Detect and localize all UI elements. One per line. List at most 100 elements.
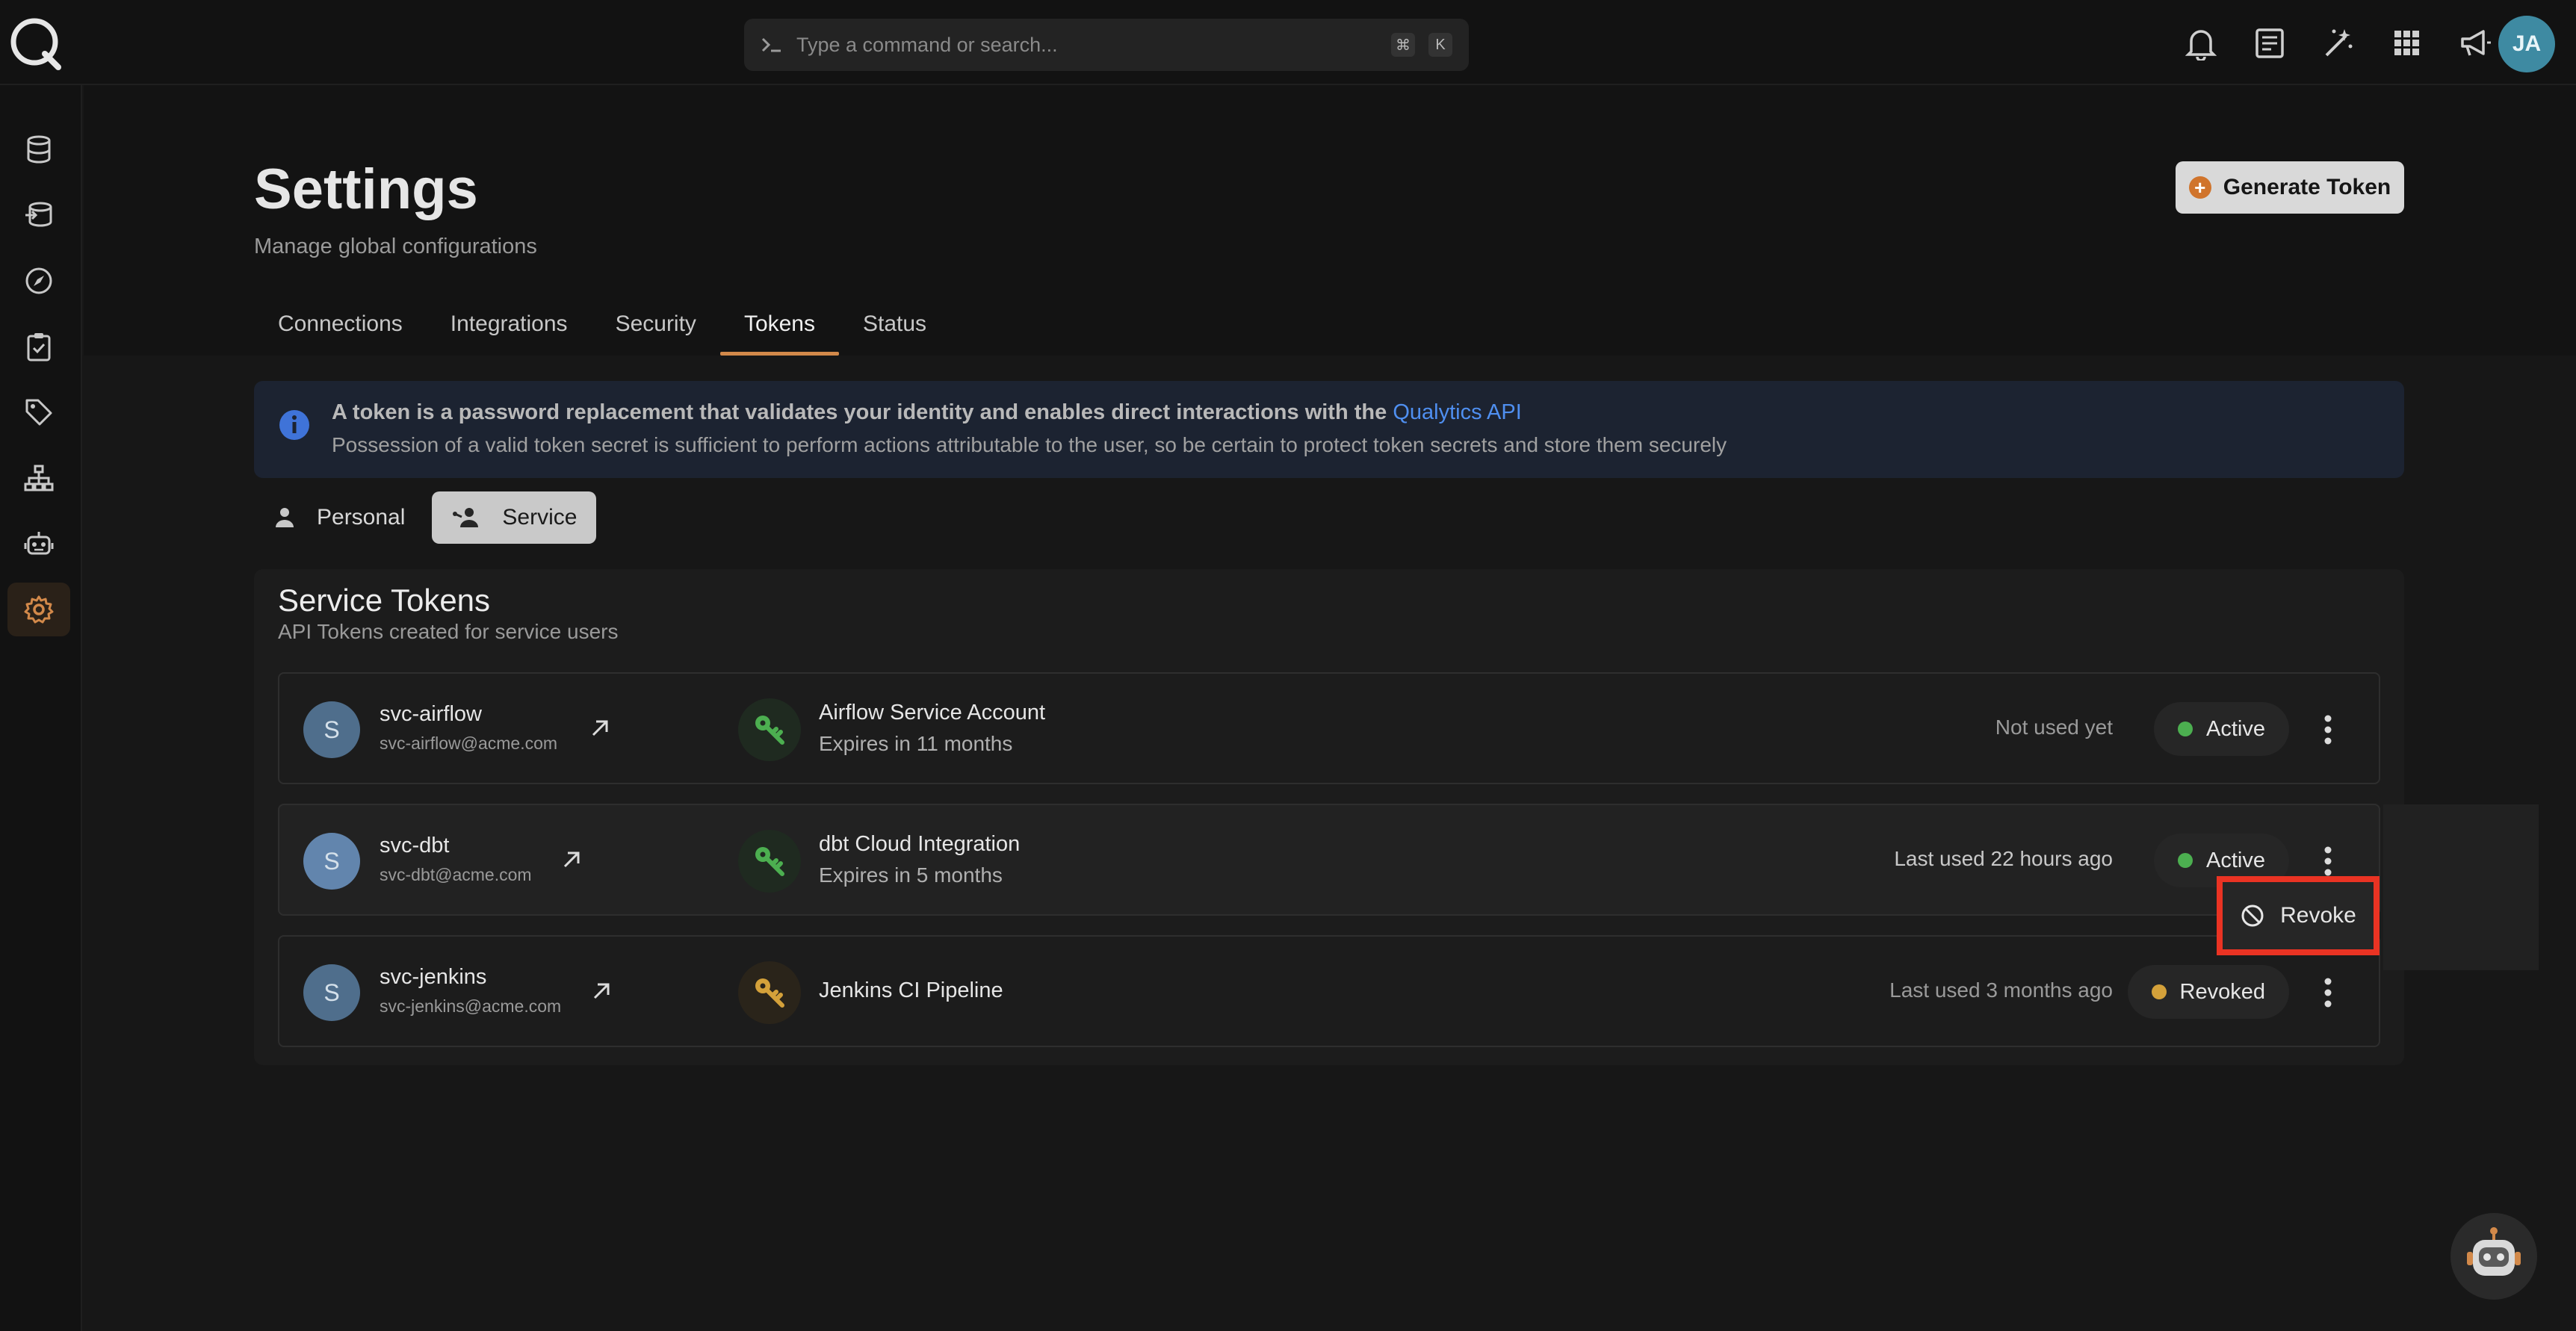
revoke-label: Revoke — [2280, 903, 2356, 928]
user-avatar[interactable]: JA — [2498, 16, 2555, 72]
sidebar-item-settings[interactable] — [7, 583, 70, 636]
hierarchy-icon — [24, 465, 54, 491]
shortcut-key-cmd: ⌘ — [1391, 33, 1415, 57]
token-name: Jenkins CI Pipeline — [819, 978, 1003, 1002]
service-tokens-button[interactable]: Service — [432, 491, 597, 544]
token-last-used: Not used yet — [1995, 716, 2113, 739]
avatar: S — [303, 964, 360, 1021]
assistant-bot-button[interactable] — [2450, 1213, 2537, 1300]
tab-security[interactable]: Security — [592, 302, 720, 356]
key-icon — [755, 978, 784, 1008]
avatar: S — [303, 701, 360, 758]
robot-icon — [24, 532, 54, 555]
status-badge: Active — [2154, 702, 2289, 756]
info-line-1-text: A token is a password replacement that v… — [332, 400, 1387, 424]
token-row: S svc-dbt svc-dbt@acme.com dbt Cloud Int… — [278, 804, 2380, 916]
status-dot — [2178, 722, 2193, 736]
status-label: Revoked — [2179, 979, 2265, 1004]
command-search-placeholder: Type a command or search... — [796, 33, 1058, 56]
open-link-icon[interactable] — [589, 978, 614, 1004]
personal-label: Personal — [317, 505, 406, 530]
tab-status[interactable]: Status — [839, 302, 950, 356]
token-name: Airflow Service Account — [819, 701, 1046, 725]
document-icon[interactable] — [2252, 22, 2288, 64]
top-bar: Type a command or search... ⌘ K JA — [0, 0, 2576, 85]
revoke-menu-item[interactable]: Revoke — [2217, 876, 2380, 955]
sidebar-item-enrichment[interactable] — [7, 188, 70, 242]
info-icon — [279, 410, 309, 440]
key-badge — [738, 961, 801, 1024]
bell-icon[interactable] — [2183, 22, 2219, 64]
token-user-name: svc-jenkins — [380, 965, 487, 989]
generate-token-label: Generate Token — [2223, 175, 2391, 199]
more-options-icon[interactable] — [2313, 713, 2343, 747]
settings-tabs: Connections Integrations Security Tokens… — [254, 302, 950, 356]
token-user-name: svc-airflow — [380, 702, 482, 726]
sidebar — [0, 85, 82, 1331]
compass-icon — [25, 267, 52, 294]
status-label: Active — [2206, 848, 2265, 872]
key-badge — [738, 830, 801, 893]
service-tokens-card: Service Tokens API Tokens created for se… — [254, 569, 2404, 1065]
generate-token-button[interactable]: + Generate Token — [2176, 161, 2404, 214]
more-options-icon[interactable] — [2313, 975, 2343, 1010]
tag-icon — [25, 399, 52, 426]
grid-icon[interactable] — [2389, 22, 2425, 64]
block-icon — [2241, 905, 2264, 927]
app-logo[interactable] — [7, 15, 64, 72]
sidebar-item-checks[interactable] — [7, 320, 70, 373]
status-dot — [2178, 853, 2193, 868]
token-type-toggle: Personal Service — [254, 491, 597, 544]
info-line-1: A token is a password replacement that v… — [332, 400, 1522, 425]
token-user-email: svc-airflow@acme.com — [380, 733, 558, 753]
token-expiry: Expires in 11 months — [819, 732, 1013, 755]
page-title: Settings — [254, 158, 478, 221]
megaphone-icon[interactable] — [2458, 22, 2494, 64]
open-link-icon[interactable] — [587, 716, 613, 741]
key-icon — [755, 716, 784, 745]
token-name: dbt Cloud Integration — [819, 832, 1021, 856]
sidebar-item-flows[interactable] — [7, 451, 70, 505]
card-title: Service Tokens — [278, 583, 491, 618]
token-user-name: svc-dbt — [380, 834, 450, 857]
qualytics-api-link[interactable]: Qualytics API — [1393, 400, 1521, 424]
robot-icon — [2467, 1227, 2521, 1276]
command-search-bar[interactable]: Type a command or search... ⌘ K — [744, 19, 1469, 71]
page-subtitle: Manage global configurations — [254, 235, 537, 258]
token-row: S svc-airflow svc-airflow@acme.com Airfl… — [278, 672, 2380, 784]
terminal-icon — [761, 37, 781, 52]
service-label: Service — [502, 505, 578, 530]
database-icon — [27, 135, 51, 164]
status-badge: Revoked — [2127, 965, 2289, 1019]
gear-icon — [24, 595, 54, 624]
info-line-2: Possession of a valid token secret is su… — [332, 433, 1727, 456]
avatar: S — [303, 833, 360, 890]
key-badge — [738, 698, 801, 761]
plus-icon: + — [2188, 176, 2211, 199]
sidebar-item-explore[interactable] — [7, 254, 70, 308]
context-menu-backdrop — [2383, 804, 2539, 970]
token-expiry: Expires in 5 months — [819, 863, 1003, 887]
person-icon — [276, 508, 294, 527]
token-row: S svc-jenkins svc-jenkins@acme.com Jenki… — [278, 935, 2380, 1047]
status-label: Active — [2206, 716, 2265, 741]
personal-tokens-button[interactable]: Personal — [254, 491, 424, 544]
sidebar-item-tags[interactable] — [7, 385, 70, 439]
info-banner: A token is a password replacement that v… — [254, 381, 2404, 478]
shortcut-key-k: K — [1428, 33, 1452, 57]
tab-integrations[interactable]: Integrations — [427, 302, 592, 356]
more-options-icon[interactable] — [2313, 844, 2343, 878]
tab-connections[interactable]: Connections — [254, 302, 427, 356]
sidebar-item-agents[interactable] — [7, 517, 70, 571]
token-last-used: Last used 22 hours ago — [1894, 847, 2113, 870]
key-icon — [755, 847, 784, 876]
magic-wand-icon[interactable] — [2320, 22, 2356, 64]
status-dot — [2151, 984, 2167, 999]
checklist-icon — [27, 333, 51, 362]
open-link-icon[interactable] — [559, 847, 584, 872]
token-last-used: Last used 3 months ago — [1889, 978, 2113, 1002]
sidebar-item-datastores[interactable] — [7, 122, 70, 176]
token-user-email: svc-dbt@acme.com — [380, 865, 532, 884]
token-user-email: svc-jenkins@acme.com — [380, 996, 562, 1016]
tab-tokens[interactable]: Tokens — [719, 302, 840, 356]
